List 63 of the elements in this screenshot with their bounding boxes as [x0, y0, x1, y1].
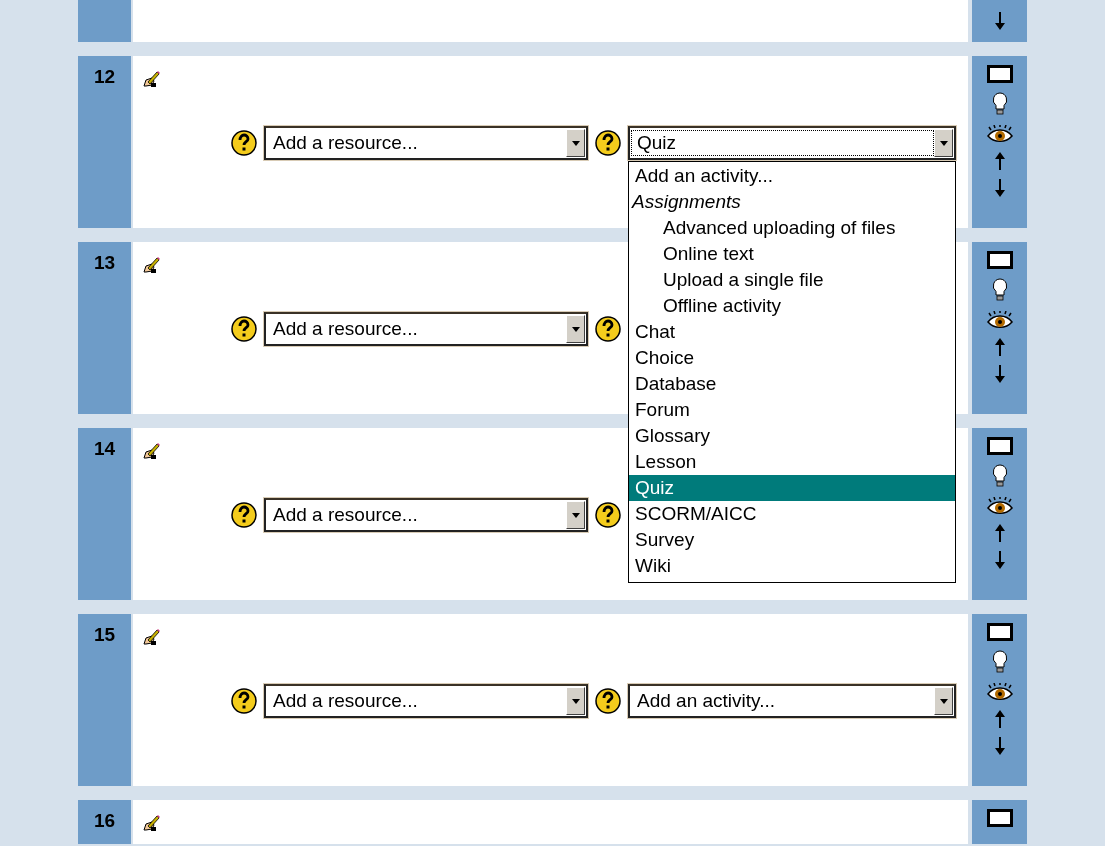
help-icon[interactable]	[231, 316, 257, 342]
up-arrow-icon[interactable]	[993, 152, 1006, 170]
light-bulb-icon[interactable]	[991, 464, 1008, 488]
help-icon[interactable]	[595, 688, 621, 714]
pencil-hand-icon[interactable]	[142, 70, 160, 88]
pencil-hand-icon[interactable]	[142, 628, 160, 646]
eye-icon[interactable]	[985, 311, 1014, 329]
dropdown-option[interactable]: Survey	[629, 527, 955, 553]
light-bulb-icon[interactable]	[991, 650, 1008, 674]
section-number: 13	[93, 252, 116, 274]
down-arrow-icon[interactable]	[993, 12, 1006, 30]
dropdown-option[interactable]: Offline activity	[629, 293, 955, 319]
dropdown-option[interactable]: Online text	[629, 241, 955, 267]
section-number: 14	[93, 438, 116, 460]
down-arrow-icon[interactable]	[993, 365, 1006, 383]
resource-select[interactable]: Add a resource...	[264, 126, 588, 160]
dropdown-option[interactable]: Database	[629, 371, 955, 397]
section-number: 15	[93, 624, 116, 646]
dropdown-option[interactable]: Forum	[629, 397, 955, 423]
dropdown-option[interactable]: SCORM/AICC	[629, 501, 955, 527]
section-number: 12	[93, 66, 116, 88]
activity-select[interactable]: Quiz	[628, 126, 956, 160]
help-icon[interactable]	[231, 688, 257, 714]
square-icon[interactable]	[986, 437, 1013, 455]
dropdown-option[interactable]: Add an activity...	[629, 163, 955, 189]
down-arrow-icon[interactable]	[993, 737, 1006, 755]
pencil-hand-icon[interactable]	[142, 442, 160, 460]
light-bulb-icon[interactable]	[991, 92, 1008, 116]
dropdown-option[interactable]: Wiki	[629, 553, 955, 579]
eye-icon[interactable]	[985, 683, 1014, 701]
dropdown-option[interactable]: Glossary	[629, 423, 955, 449]
light-bulb-icon[interactable]	[991, 278, 1008, 302]
section-number-column	[78, 0, 131, 42]
activity-select[interactable]: Add an activity...	[628, 684, 956, 718]
option-group-label: Assignments	[630, 190, 742, 214]
help-icon[interactable]	[231, 502, 257, 528]
pencil-hand-icon[interactable]	[142, 814, 160, 832]
down-arrow-icon[interactable]	[993, 551, 1006, 569]
square-icon[interactable]	[986, 65, 1013, 83]
up-arrow-icon[interactable]	[993, 338, 1006, 356]
resource-select[interactable]: Add a resource...	[264, 312, 588, 346]
dropdown-option[interactable]: Upload a single file	[629, 267, 955, 293]
dropdown-option[interactable]: Advanced uploading of files	[629, 215, 955, 241]
dropdown-option[interactable]: Chat	[629, 319, 955, 345]
help-icon[interactable]	[595, 316, 621, 342]
up-arrow-icon[interactable]	[993, 710, 1006, 728]
dropdown-option[interactable]: Lesson	[629, 449, 955, 475]
pencil-hand-icon[interactable]	[142, 256, 160, 274]
eye-icon[interactable]	[985, 125, 1014, 143]
resource-select[interactable]: Add a resource...	[264, 684, 588, 718]
help-icon[interactable]	[231, 130, 257, 156]
square-icon[interactable]	[986, 809, 1013, 827]
down-arrow-icon[interactable]	[993, 179, 1006, 197]
resource-select[interactable]: Add a resource...	[264, 498, 588, 532]
dropdown-option[interactable]: Quiz	[629, 475, 955, 501]
eye-icon[interactable]	[985, 497, 1014, 515]
square-icon[interactable]	[986, 623, 1013, 641]
dropdown-option[interactable]: Choice	[629, 345, 955, 371]
section-number: 16	[93, 810, 116, 832]
up-arrow-icon[interactable]	[993, 524, 1006, 542]
help-icon[interactable]	[595, 130, 621, 156]
help-icon[interactable]	[595, 502, 621, 528]
square-icon[interactable]	[986, 251, 1013, 269]
